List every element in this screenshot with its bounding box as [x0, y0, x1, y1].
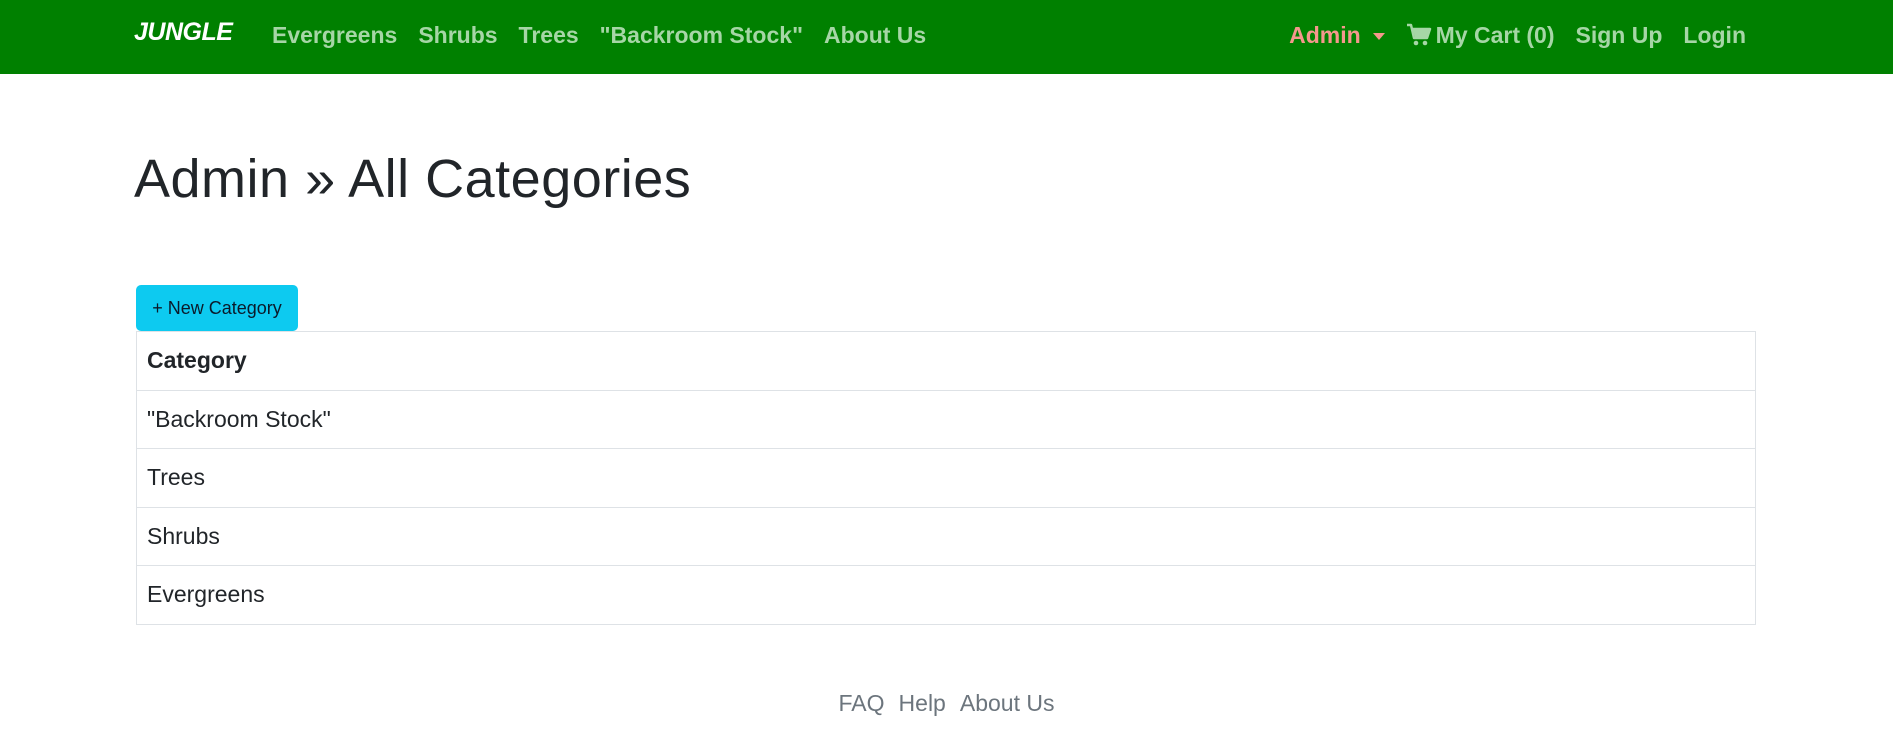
- category-nav: Evergreens Shrubs Trees "Backroom Stock"…: [272, 19, 926, 51]
- column-header-category: Category: [136, 331, 1756, 390]
- footer-link-help[interactable]: Help: [899, 687, 946, 719]
- shopping-cart-icon: [1406, 23, 1431, 46]
- top-navbar: JUNGLE Evergreens Shrubs Trees "Backroom…: [0, 0, 1893, 74]
- nav-link-about-us[interactable]: About Us: [824, 19, 926, 51]
- admin-dropdown-toggle[interactable]: Admin: [1289, 19, 1385, 51]
- new-category-button[interactable]: + New Category: [136, 285, 298, 331]
- footer-links: FAQ Help About Us: [0, 687, 1893, 719]
- categories-table: Category "Backroom Stock" Trees Shrubs E…: [136, 331, 1756, 625]
- category-cell: Shrubs: [136, 506, 1756, 566]
- table-row: Shrubs: [136, 506, 1756, 566]
- table-row: Trees: [136, 448, 1756, 507]
- signup-link[interactable]: Sign Up: [1576, 19, 1663, 51]
- nav-link-trees[interactable]: Trees: [519, 19, 579, 51]
- category-cell: Evergreens: [136, 565, 1756, 624]
- table-row: "Backroom Stock": [136, 389, 1756, 449]
- caret-down-icon: [1372, 32, 1385, 40]
- table-row: Evergreens: [136, 565, 1756, 624]
- brand-logo-link[interactable]: JUNGLE: [134, 18, 233, 47]
- category-cell: "Backroom Stock": [136, 389, 1756, 449]
- footer-link-faq[interactable]: FAQ: [839, 687, 885, 719]
- nav-link-evergreens[interactable]: Evergreens: [272, 19, 397, 51]
- admin-label: Admin: [1289, 22, 1361, 48]
- category-cell: Trees: [136, 448, 1756, 507]
- cart-link[interactable]: My Cart (0): [1406, 19, 1555, 51]
- page-title: Admin » All Categories: [134, 149, 692, 209]
- cart-label: My Cart (0): [1435, 22, 1555, 48]
- nav-link-backroom-stock[interactable]: "Backroom Stock": [600, 19, 803, 51]
- login-link[interactable]: Login: [1683, 19, 1746, 51]
- table-header-row: Category: [136, 331, 1756, 390]
- user-nav: Admin My Cart (0) Sign Up Login: [1289, 19, 1746, 51]
- nav-link-shrubs[interactable]: Shrubs: [418, 19, 497, 51]
- footer-link-about-us[interactable]: About Us: [960, 687, 1055, 719]
